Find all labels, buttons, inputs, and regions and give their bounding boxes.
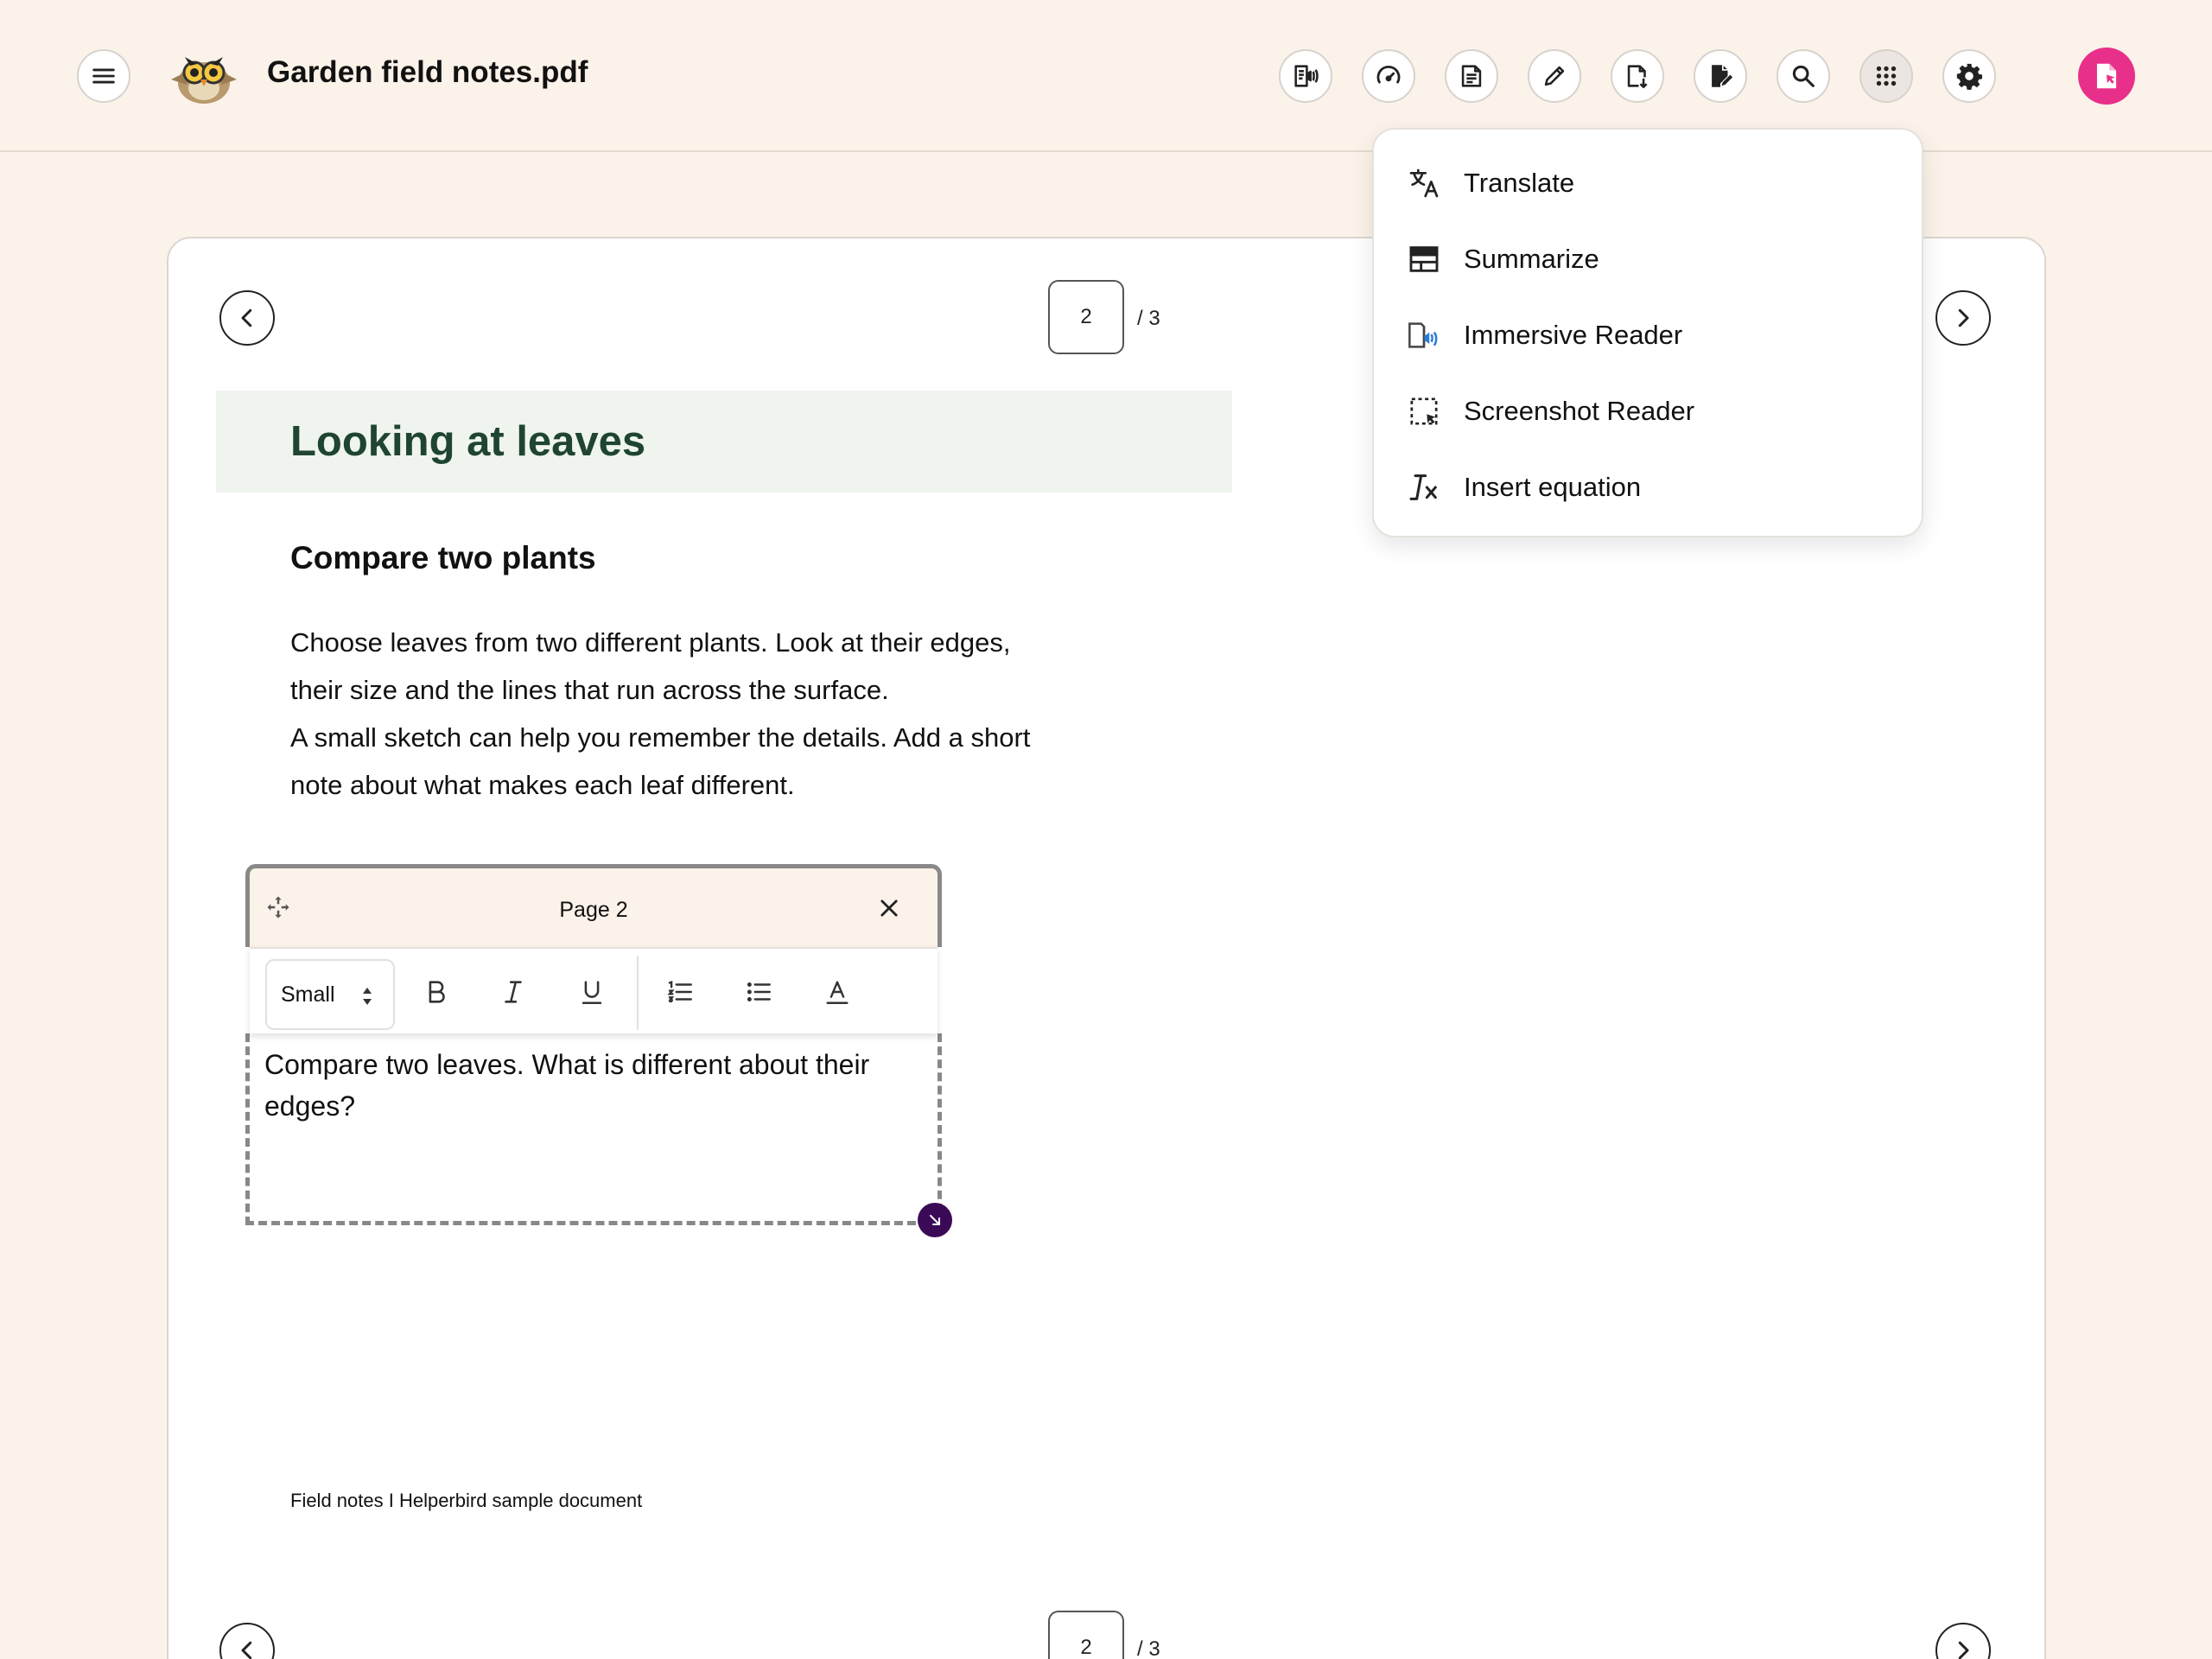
underline-button[interactable] [568,968,616,1016]
resize-handle[interactable] [918,1203,952,1237]
translate-icon [1409,168,1439,198]
text-to-speech-icon [1294,65,1319,87]
menu-item-label: Summarize [1464,244,1599,274]
hamburger-menu-button[interactable] [77,49,130,103]
note-line: edges? [264,1090,355,1122]
page-number-input[interactable] [1048,280,1124,354]
ai-notes-button[interactable] [1445,49,1498,103]
menu-item-insert-equation[interactable]: Insert equation [1374,453,1922,522]
document-cursor-icon [2096,63,2117,89]
reading-speed-button[interactable] [1362,49,1415,103]
underline-icon [582,981,602,1005]
text-to-speech-button[interactable] [1279,49,1332,103]
chevron-right-icon [1958,1641,1969,1659]
italic-icon [505,981,522,1003]
download-button[interactable] [1611,49,1664,103]
text-color-button[interactable] [813,968,861,1016]
body-line: Choose leaves from two different plants.… [290,627,1011,658]
menu-item-label: Screenshot Reader [1464,396,1695,426]
body-line: their size and the lines that run across… [290,675,889,705]
next-page-button[interactable] [1936,290,1991,346]
page-footer: Field notes I Helperbird sample document [290,1490,643,1511]
immersive-reader-icon [1408,322,1438,348]
bold-button[interactable] [412,968,461,1016]
search-button[interactable] [1777,49,1830,103]
body-paragraph: Choose leaves from two different plants.… [290,619,1085,809]
hamburger-icon [92,68,115,84]
search-icon [1792,65,1815,87]
page-number-input-bottom[interactable] [1048,1611,1124,1659]
body-line: note about what makes each leaf differen… [290,770,795,800]
font-size-select[interactable]: Small [265,959,395,1030]
pen-icon [1544,66,1565,86]
helperbird-owl-logo [171,57,237,104]
page-heading: Looking at leaves [290,418,646,465]
body-line: A small sketch can help you remember the… [290,722,1031,753]
download-document-icon [1627,65,1648,89]
chevron-left-icon [241,1641,252,1659]
page-total-label-bottom: / 3 [1137,1637,1160,1659]
edit-document-button[interactable] [1694,49,1747,103]
page-total-label: / 3 [1137,307,1160,330]
previous-page-button[interactable] [219,290,275,346]
pen-tool-button[interactable] [1528,49,1581,103]
summarize-icon [1409,246,1439,272]
section-subheading: Compare two plants [290,540,596,575]
apps-menu-button[interactable] [1859,49,1913,103]
settings-button[interactable] [1942,49,1996,103]
screenshot-reader-icon [1410,397,1438,425]
bullet-list-icon [747,982,771,1001]
chevron-right-icon [1958,308,1969,327]
close-icon[interactable] [877,896,901,920]
toolbar-divider [637,956,639,1030]
gear-icon [1956,63,1983,90]
text-color-icon [826,981,849,1004]
helperbird-profile-button[interactable] [2078,48,2135,105]
ai-notes-icon [1461,65,1482,87]
menu-item-immersive-reader[interactable]: Immersive Reader [1374,301,1922,370]
menu-item-label: Insert equation [1464,472,1642,502]
chevron-left-icon [241,308,252,327]
note-line: Compare two leaves. What is different ab… [264,1049,870,1080]
equation-icon [1409,474,1437,500]
resize-arrow-icon [930,1215,940,1225]
edit-document-icon [1712,65,1733,87]
note-title: Page 2 [559,898,628,922]
speedometer-icon [1376,65,1401,84]
menu-item-translate[interactable]: Translate [1374,149,1922,218]
bullet-list-button[interactable] [734,968,783,1016]
italic-button[interactable] [489,968,537,1016]
apps-grid-icon [1876,66,1897,86]
numbered-list-button[interactable] [656,968,704,1016]
menu-item-screenshot-reader[interactable]: Screenshot Reader [1374,377,1922,446]
font-size-value: Small [281,982,335,1007]
menu-item-label: Translate [1464,168,1575,198]
select-arrows-icon [363,988,372,1005]
apps-dropdown-menu: Translate Summarize Immersive Reader Scr… [1372,128,1923,537]
note-content[interactable]: Compare two leaves. What is different ab… [264,1044,904,1127]
note-format-toolbar: Small [250,947,938,1033]
note-widget-header[interactable]: Page 2 [245,864,942,947]
bold-icon [429,981,445,1003]
document-title: Garden field notes.pdf [267,55,588,89]
menu-item-label: Immersive Reader [1464,320,1683,350]
menu-item-summarize[interactable]: Summarize [1374,225,1922,294]
numbered-list-icon [667,980,692,1003]
